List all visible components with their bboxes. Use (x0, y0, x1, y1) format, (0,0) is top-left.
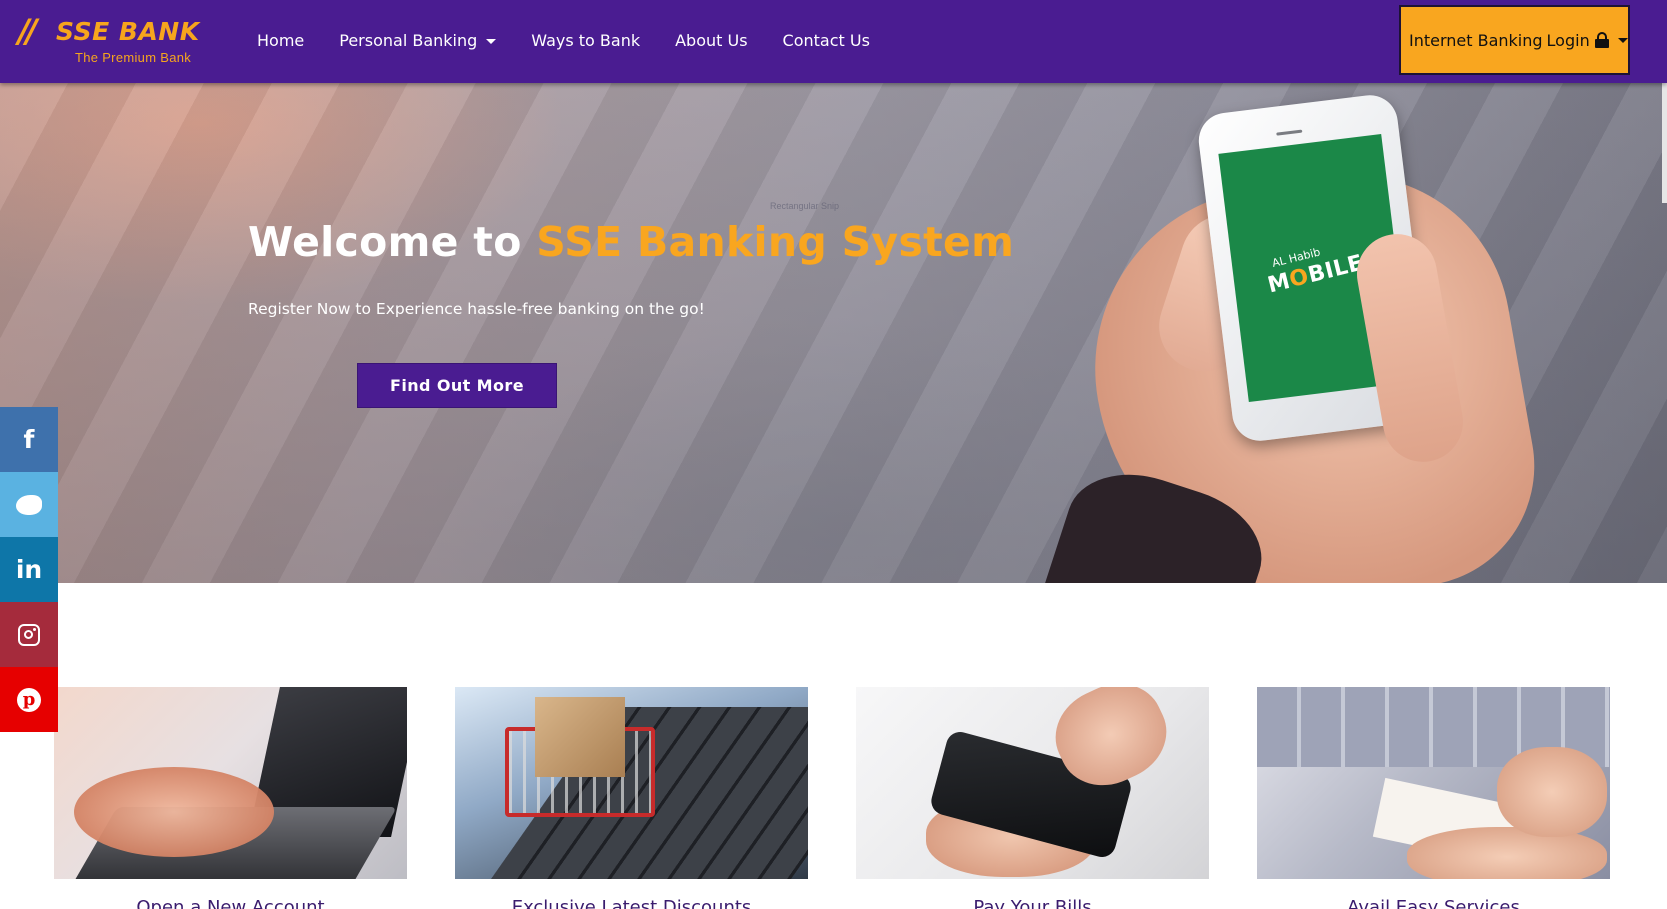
nav-about-us[interactable]: About Us (675, 31, 747, 50)
linkedin-icon: in (15, 555, 43, 584)
nav-personal-banking-label: Personal Banking (339, 30, 478, 50)
twitter-icon (16, 494, 42, 515)
instagram-icon (18, 623, 40, 646)
pinterest-link[interactable]: p (0, 667, 58, 732)
nav-ways-to-bank[interactable]: Ways to Bank (531, 31, 640, 50)
login-label: Login (1546, 30, 1590, 50)
nav-contact-us[interactable]: Contact Us (783, 31, 870, 50)
card-title: Avail Easy Services (1347, 897, 1520, 909)
facebook-icon: f (23, 425, 35, 454)
laptop-typing-image (54, 687, 407, 879)
hero-title: Welcome to SSE Banking System (248, 218, 1014, 266)
snip-watermark: Rectangular Snip (770, 201, 840, 211)
services-cards: Open a New Account Exclusive Latest Disc… (54, 687, 1614, 909)
phone-speaker (1276, 129, 1303, 136)
card-title: Exclusive Latest Discounts (511, 897, 752, 909)
nav-about-us-label: About Us (675, 30, 748, 50)
brand-tagline: The Premium Bank (75, 50, 192, 65)
smartphone-image (856, 687, 1209, 879)
card-title: Open a New Account (136, 897, 325, 909)
top-navbar: // SSE BANK The Premium Bank Home Person… (0, 0, 1667, 83)
logo-slashes: // (18, 12, 37, 50)
chevron-down-icon (1617, 37, 1628, 43)
twitter-link[interactable] (0, 472, 58, 537)
chevron-down-icon (486, 38, 497, 44)
brand-logo[interactable]: // SSE BANK The Premium Bank (18, 12, 218, 68)
shopping-cart-image (455, 687, 808, 879)
lock-icon (1594, 32, 1609, 48)
linkedin-link[interactable]: in (0, 537, 58, 602)
hero-subtitle: Register Now to Experience hassle-free b… (248, 300, 705, 318)
nav-personal-banking[interactable]: Personal Banking (339, 30, 497, 50)
hero-title-prefix: Welcome to (248, 218, 522, 266)
pinterest-icon: p (17, 687, 41, 712)
find-out-more-button[interactable]: Find Out More (357, 363, 557, 408)
service-card-open-account[interactable]: Open a New Account (54, 687, 407, 909)
service-card-easy-services[interactable]: Avail Easy Services (1257, 687, 1610, 909)
instagram-link[interactable] (0, 602, 58, 667)
facebook-link[interactable]: f (0, 407, 58, 472)
nav-contact-us-label: Contact Us (782, 30, 870, 50)
social-sidebar: f in p (0, 407, 58, 732)
bank-counter-image (1257, 687, 1610, 879)
nav-home[interactable]: Home (257, 31, 304, 50)
scrollbar[interactable] (1662, 83, 1667, 203)
brand-name: SSE BANK (56, 17, 200, 46)
nav-home-label: Home (257, 30, 305, 50)
main-nav: Home Personal Banking Ways to Bank About… (257, 27, 905, 53)
hero-banner: AL Habib MOBILE Rectangular Snip Welcome… (0, 83, 1667, 583)
service-card-pay-bills[interactable]: Pay Your Bills (856, 687, 1209, 909)
hero-title-accent: SSE Banking System (536, 218, 1015, 266)
internet-banking-label: Internet Banking (1409, 30, 1543, 50)
service-card-discounts[interactable]: Exclusive Latest Discounts (455, 687, 808, 909)
internet-banking-login-button[interactable]: Internet Banking Login (1399, 5, 1630, 75)
nav-ways-to-bank-label: Ways to Bank (531, 30, 641, 50)
card-title: Pay Your Bills (973, 897, 1092, 909)
